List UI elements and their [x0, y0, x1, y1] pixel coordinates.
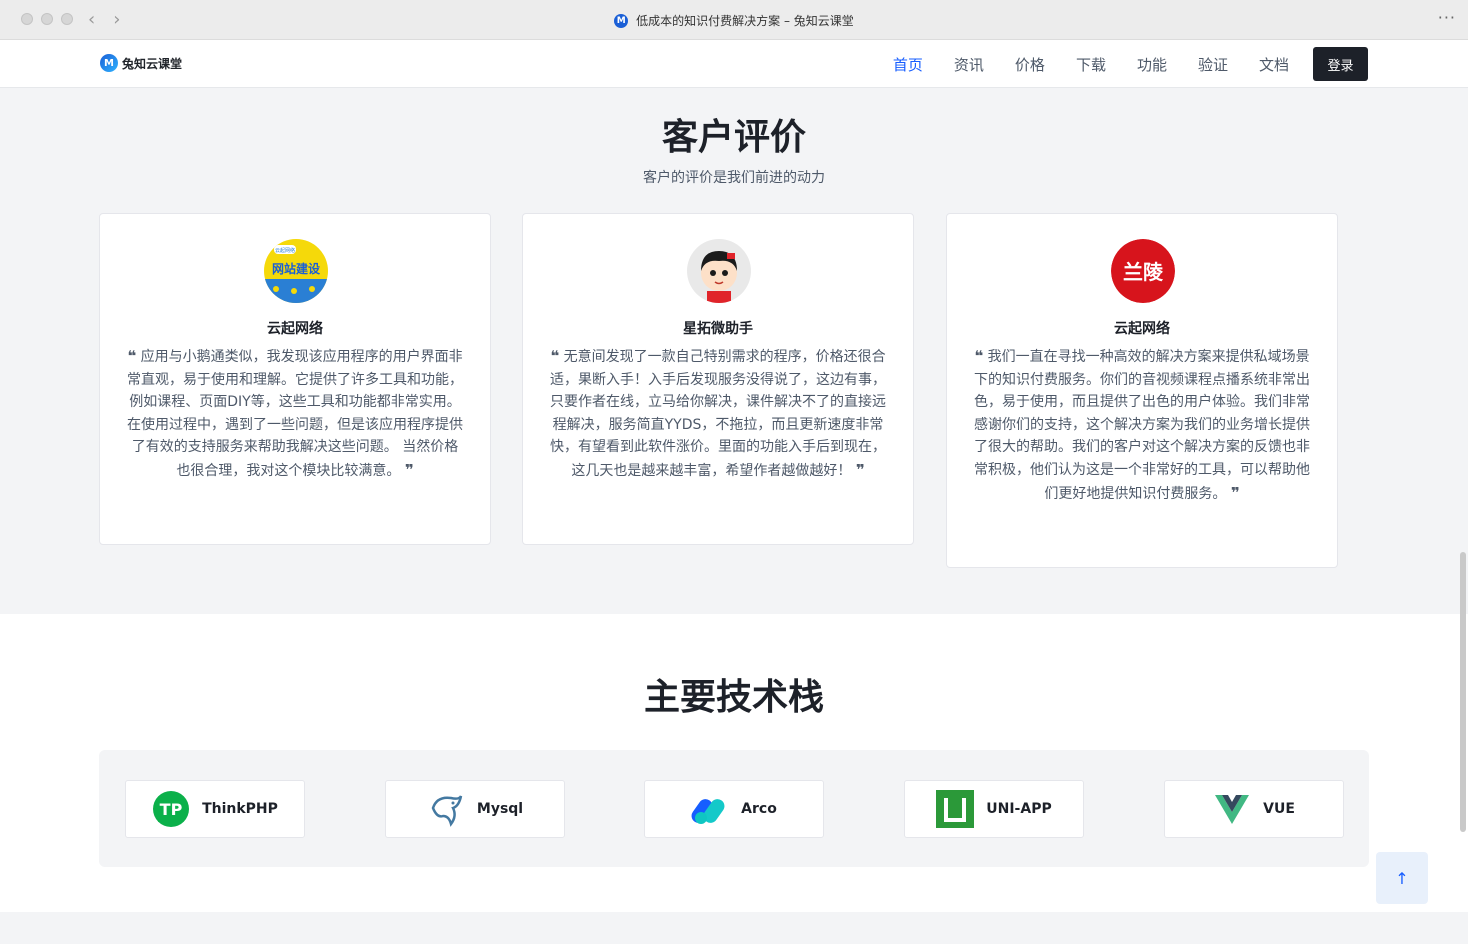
- tab-title: 低成本的知识付费解决方案 – 兔知云课堂: [636, 14, 854, 28]
- reviewer-name: 云起网络: [1114, 321, 1170, 337]
- nav-item-news[interactable]: 资讯: [954, 54, 984, 75]
- tech-item-uniapp[interactable]: UNI-APP: [904, 780, 1084, 838]
- tech-stack-panel: TP ThinkPHP Mysql Arco UNI-APP VUE: [99, 750, 1369, 867]
- nav-item-download[interactable]: 下载: [1076, 54, 1106, 75]
- reviewer-name: 云起网络: [267, 321, 323, 337]
- tech-label: Mysql: [476, 801, 524, 817]
- main-nav: 首页 资讯 价格 下载 功能 验证 文档 登录: [862, 47, 1368, 81]
- reviewer-name: 星拓微助手: [683, 321, 753, 337]
- tech-item-mysql[interactable]: Mysql: [385, 780, 565, 838]
- vue-icon: [1213, 790, 1251, 828]
- quote-close-icon: ❞: [855, 460, 865, 479]
- tech-item-arco[interactable]: Arco: [644, 780, 824, 838]
- nav-item-verify[interactable]: 验证: [1198, 54, 1228, 75]
- tech-label: UNI-APP: [986, 801, 1052, 817]
- avatar: [687, 239, 751, 303]
- avatar: 兰陵: [1111, 239, 1175, 303]
- avatar: 云起网络 网站建设: [264, 239, 328, 303]
- quote-close-icon: ❞: [1230, 483, 1240, 502]
- uniapp-icon: [936, 790, 975, 828]
- tech-item-thinkphp[interactable]: TP ThinkPHP: [125, 780, 305, 838]
- quote-open-icon: ❝: [127, 347, 137, 365]
- avatar-text: 兰陵: [1123, 260, 1164, 284]
- nav-item-home[interactable]: 首页: [893, 54, 923, 75]
- login-button[interactable]: 登录: [1313, 47, 1368, 81]
- quote-open-icon: ❝: [550, 347, 560, 365]
- tech-stack-title: 主要技术栈: [643, 677, 824, 718]
- review-card: 兰陵 云起网络 ❝ 我们一直在寻找一种高效的解决方案来提供私域场景下的知识付费服…: [946, 213, 1338, 568]
- review-text: ❝ 我们一直在寻找一种高效的解决方案来提供私域场景下的知识付费服务。你们的音视频…: [973, 345, 1311, 505]
- nav-item-pricing[interactable]: 价格: [1015, 54, 1045, 75]
- tech-label: VUE: [1263, 801, 1295, 817]
- tab[interactable]: M 低成本的知识付费解决方案 – 兔知云课堂: [0, 12, 1468, 29]
- thinkphp-icon: TP: [152, 790, 190, 828]
- site-header: M 兔知云课堂 首页 资讯 价格 下载 功能 验证 文档 登录: [0, 40, 1468, 88]
- arco-icon: [691, 790, 729, 828]
- page-scrollbar[interactable]: [1460, 552, 1466, 832]
- browser-titlebar: ‹ › M 低成本的知识付费解决方案 – 兔知云课堂 ···: [0, 0, 1468, 40]
- arrow-up-icon: ↑: [1395, 868, 1409, 888]
- nav-item-features[interactable]: 功能: [1137, 54, 1167, 75]
- avatar-badge-text: 云起网络: [275, 247, 295, 254]
- review-body: 应用与小鹅通类似，我发现该应用程序的用户界面非常直观，易于使用和理解。它提供了许…: [127, 349, 463, 479]
- mysql-dolphin-icon: [427, 790, 465, 828]
- review-card: 云起网络 网站建设 云起网络 ❝ 应用与小鹅通类似，我发现该应用程序的用户界面非…: [99, 213, 491, 545]
- logo-text: 兔知云课堂: [122, 56, 183, 71]
- tech-stack-section: 主要技术栈 TP ThinkPHP Mysql Arco UNI-APP VUE: [0, 614, 1468, 912]
- reviews-subtitle: 客户的评价是我们前进的动力: [643, 170, 825, 186]
- tech-item-vue[interactable]: VUE: [1164, 780, 1344, 838]
- tech-label: Arco: [741, 801, 777, 817]
- brand-logo-icon: M: [614, 13, 629, 28]
- quote-close-icon: ❞: [404, 460, 414, 479]
- brand-logo-icon: M: [100, 54, 118, 72]
- review-body: 无意间发现了一款自己特别需求的程序，价格还很合适，果断入手！入手后发现服务没得说…: [550, 349, 886, 479]
- more-menu-icon[interactable]: ···: [1438, 8, 1456, 27]
- footer-strip: [0, 912, 1468, 944]
- tech-label: ThinkPHP: [202, 801, 278, 817]
- avatar-title-text: 网站建设: [272, 261, 321, 276]
- quote-open-icon: ❝: [974, 347, 984, 365]
- review-text: ❝ 无意间发现了一款自己特别需求的程序，价格还很合适，果断入手！入手后发现服务没…: [549, 345, 887, 483]
- nav-item-docs[interactable]: 文档: [1259, 54, 1289, 75]
- site-logo[interactable]: M 兔知云课堂: [100, 54, 182, 72]
- thinkphp-mark: TP: [160, 800, 183, 819]
- review-text: ❝ 应用与小鹅通类似，我发现该应用程序的用户界面非常直观，易于使用和理解。它提供…: [126, 345, 464, 483]
- back-to-top-button[interactable]: ↑: [1376, 852, 1428, 904]
- review-card: 星拓微助手 ❝ 无意间发现了一款自己特别需求的程序，价格还很合适，果断入手！入手…: [522, 213, 914, 545]
- reviews-title: 客户评价: [661, 117, 806, 158]
- review-body: 我们一直在寻找一种高效的解决方案来提供私域场景下的知识付费服务。你们的音视频课程…: [974, 349, 1310, 502]
- reviews-section: 客户评价 客户的评价是我们前进的动力 云起网络 网站建设 云起网络 ❝ 应用与小…: [0, 88, 1468, 614]
